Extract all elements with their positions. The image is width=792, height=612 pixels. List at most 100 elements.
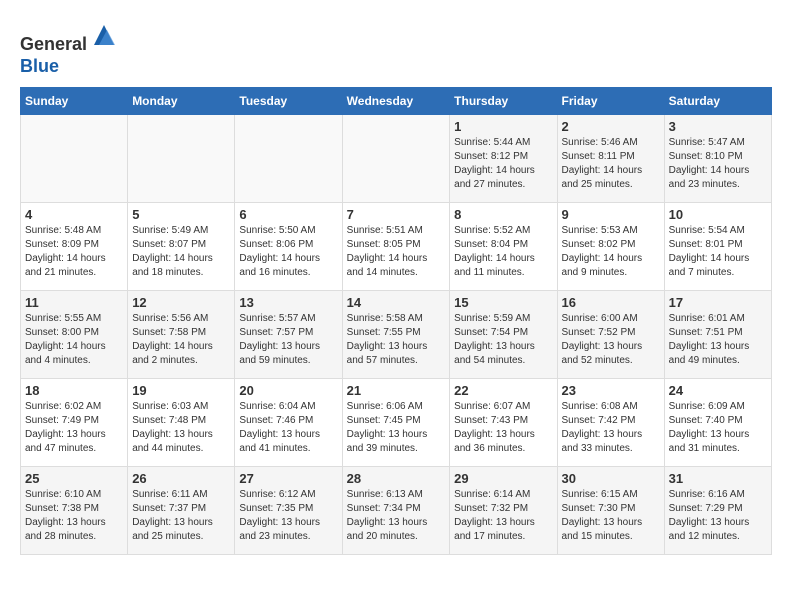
calendar-cell: 24 Sunrise: 6:09 AM Sunset: 7:40 PM Dayli… [664, 379, 771, 467]
day-number: 12 [132, 295, 230, 310]
day-info: Sunrise: 5:57 AM Sunset: 7:57 PM Dayligh… [239, 312, 337, 368]
calendar-cell: 6Sunrise: 5:50 AM Sunset: 8:06 PM Daylig… [235, 203, 342, 291]
day-number: 21 [347, 383, 446, 398]
calendar-cell [21, 115, 128, 203]
day-number: 19 [132, 383, 230, 398]
day-number: 11 [25, 295, 123, 310]
day-number: 1 [454, 119, 552, 134]
day-number: 26 [132, 471, 230, 486]
calendar-table: SundayMondayTuesdayWednesdayThursdayFrid… [20, 87, 772, 555]
day-number: 23 [562, 383, 660, 398]
calendar-cell: 20 Sunrise: 6:04 AM Sunset: 7:46 PM Dayli… [235, 379, 342, 467]
calendar-cell: 23 Sunrise: 6:08 AM Sunset: 7:42 PM Dayli… [557, 379, 664, 467]
page-header: General Blue [20, 20, 772, 77]
day-number: 10 [669, 207, 767, 222]
day-number: 3 [669, 119, 767, 134]
day-info: Sunrise: 6:08 AM Sunset: 7:42 PM Dayligh… [562, 400, 660, 456]
calendar-cell: 4Sunrise: 5:48 AM Sunset: 8:09 PM Daylig… [21, 203, 128, 291]
weekday-header-friday: Friday [557, 88, 664, 115]
calendar-cell: 3 Sunrise: 5:47 AM Sunset: 8:10 PM Daylig… [664, 115, 771, 203]
day-info: Sunrise: 6:02 AM Sunset: 7:49 PM Dayligh… [25, 400, 123, 456]
calendar-cell: 11 Sunrise: 5:55 AM Sunset: 8:00 PM Dayli… [21, 291, 128, 379]
calendar-cell: 30Sunrise: 6:15 AM Sunset: 7:30 PM Dayli… [557, 467, 664, 555]
calendar-cell: 14 Sunrise: 5:58 AM Sunset: 7:55 PM Dayli… [342, 291, 450, 379]
day-number: 2 [562, 119, 660, 134]
day-number: 5 [132, 207, 230, 222]
calendar-cell: 2 Sunrise: 5:46 AM Sunset: 8:11 PM Daylig… [557, 115, 664, 203]
logo-general: General [20, 34, 87, 54]
day-info: Sunrise: 6:14 AM Sunset: 7:32 PM Dayligh… [454, 488, 552, 544]
weekday-header-monday: Monday [128, 88, 235, 115]
calendar-cell: 21 Sunrise: 6:06 AM Sunset: 7:45 PM Dayli… [342, 379, 450, 467]
logo-blue: Blue [20, 56, 59, 76]
day-info: Sunrise: 5:55 AM Sunset: 8:00 PM Dayligh… [25, 312, 123, 368]
calendar-cell [342, 115, 450, 203]
calendar-week-4: 18 Sunrise: 6:02 AM Sunset: 7:49 PM Dayli… [21, 379, 772, 467]
logo: General Blue [20, 20, 119, 77]
calendar-cell: 28Sunrise: 6:13 AM Sunset: 7:34 PM Dayli… [342, 467, 450, 555]
day-number: 24 [669, 383, 767, 398]
day-number: 18 [25, 383, 123, 398]
calendar-cell: 10 Sunrise: 5:54 AM Sunset: 8:01 PM Dayli… [664, 203, 771, 291]
calendar-cell: 1 Sunrise: 5:44 AM Sunset: 8:12 PM Daylig… [450, 115, 557, 203]
day-info: Sunrise: 6:07 AM Sunset: 7:43 PM Dayligh… [454, 400, 552, 456]
day-number: 14 [347, 295, 446, 310]
day-number: 6 [239, 207, 337, 222]
calendar-cell: 16 Sunrise: 6:00 AM Sunset: 7:52 PM Dayli… [557, 291, 664, 379]
day-info: Sunrise: 5:49 AM Sunset: 8:07 PM Dayligh… [132, 224, 230, 280]
calendar-cell: 25Sunrise: 6:10 AM Sunset: 7:38 PM Dayli… [21, 467, 128, 555]
day-number: 17 [669, 295, 767, 310]
day-info: Sunrise: 6:06 AM Sunset: 7:45 PM Dayligh… [347, 400, 446, 456]
day-info: Sunrise: 5:56 AM Sunset: 7:58 PM Dayligh… [132, 312, 230, 368]
calendar-week-3: 11 Sunrise: 5:55 AM Sunset: 8:00 PM Dayli… [21, 291, 772, 379]
calendar-cell: 31 Sunrise: 6:16 AM Sunset: 7:29 PM Dayli… [664, 467, 771, 555]
day-number: 8 [454, 207, 552, 222]
calendar-cell: 17Sunrise: 6:01 AM Sunset: 7:51 PM Dayli… [664, 291, 771, 379]
weekday-header-tuesday: Tuesday [235, 88, 342, 115]
day-info: Sunrise: 5:47 AM Sunset: 8:10 PM Dayligh… [669, 136, 767, 192]
day-number: 27 [239, 471, 337, 486]
day-info: Sunrise: 6:04 AM Sunset: 7:46 PM Dayligh… [239, 400, 337, 456]
day-number: 13 [239, 295, 337, 310]
day-info: Sunrise: 5:52 AM Sunset: 8:04 PM Dayligh… [454, 224, 552, 280]
day-info: Sunrise: 6:16 AM Sunset: 7:29 PM Dayligh… [669, 488, 767, 544]
day-number: 16 [562, 295, 660, 310]
day-number: 20 [239, 383, 337, 398]
day-info: Sunrise: 5:54 AM Sunset: 8:01 PM Dayligh… [669, 224, 767, 280]
calendar-week-5: 25Sunrise: 6:10 AM Sunset: 7:38 PM Dayli… [21, 467, 772, 555]
day-number: 15 [454, 295, 552, 310]
day-info: Sunrise: 5:51 AM Sunset: 8:05 PM Dayligh… [347, 224, 446, 280]
calendar-cell: 18 Sunrise: 6:02 AM Sunset: 7:49 PM Dayli… [21, 379, 128, 467]
day-info: Sunrise: 6:09 AM Sunset: 7:40 PM Dayligh… [669, 400, 767, 456]
calendar-week-2: 4Sunrise: 5:48 AM Sunset: 8:09 PM Daylig… [21, 203, 772, 291]
calendar-cell: 13 Sunrise: 5:57 AM Sunset: 7:57 PM Dayli… [235, 291, 342, 379]
day-number: 7 [347, 207, 446, 222]
day-info: Sunrise: 6:00 AM Sunset: 7:52 PM Dayligh… [562, 312, 660, 368]
day-number: 29 [454, 471, 552, 486]
calendar-cell: 15 Sunrise: 5:59 AM Sunset: 7:54 PM Dayli… [450, 291, 557, 379]
day-info: Sunrise: 5:44 AM Sunset: 8:12 PM Dayligh… [454, 136, 552, 192]
day-info: Sunrise: 6:11 AM Sunset: 7:37 PM Dayligh… [132, 488, 230, 544]
calendar-cell: 29 Sunrise: 6:14 AM Sunset: 7:32 PM Dayli… [450, 467, 557, 555]
day-info: Sunrise: 5:48 AM Sunset: 8:09 PM Dayligh… [25, 224, 123, 280]
weekday-header-saturday: Saturday [664, 88, 771, 115]
weekday-header-wednesday: Wednesday [342, 88, 450, 115]
day-number: 25 [25, 471, 123, 486]
calendar-week-1: 1 Sunrise: 5:44 AM Sunset: 8:12 PM Daylig… [21, 115, 772, 203]
calendar-cell: 19 Sunrise: 6:03 AM Sunset: 7:48 PM Dayli… [128, 379, 235, 467]
day-info: Sunrise: 5:58 AM Sunset: 7:55 PM Dayligh… [347, 312, 446, 368]
calendar-cell: 8 Sunrise: 5:52 AM Sunset: 8:04 PM Daylig… [450, 203, 557, 291]
weekday-header-sunday: Sunday [21, 88, 128, 115]
weekday-header-thursday: Thursday [450, 88, 557, 115]
day-info: Sunrise: 6:13 AM Sunset: 7:34 PM Dayligh… [347, 488, 446, 544]
calendar-cell: 12 Sunrise: 5:56 AM Sunset: 7:58 PM Dayli… [128, 291, 235, 379]
calendar-cell [235, 115, 342, 203]
day-info: Sunrise: 6:15 AM Sunset: 7:30 PM Dayligh… [562, 488, 660, 544]
day-info: Sunrise: 5:59 AM Sunset: 7:54 PM Dayligh… [454, 312, 552, 368]
calendar-body: 1 Sunrise: 5:44 AM Sunset: 8:12 PM Daylig… [21, 115, 772, 555]
day-info: Sunrise: 6:03 AM Sunset: 7:48 PM Dayligh… [132, 400, 230, 456]
day-number: 31 [669, 471, 767, 486]
day-info: Sunrise: 5:46 AM Sunset: 8:11 PM Dayligh… [562, 136, 660, 192]
calendar-cell: 5 Sunrise: 5:49 AM Sunset: 8:07 PM Daylig… [128, 203, 235, 291]
calendar-cell: 7 Sunrise: 5:51 AM Sunset: 8:05 PM Daylig… [342, 203, 450, 291]
